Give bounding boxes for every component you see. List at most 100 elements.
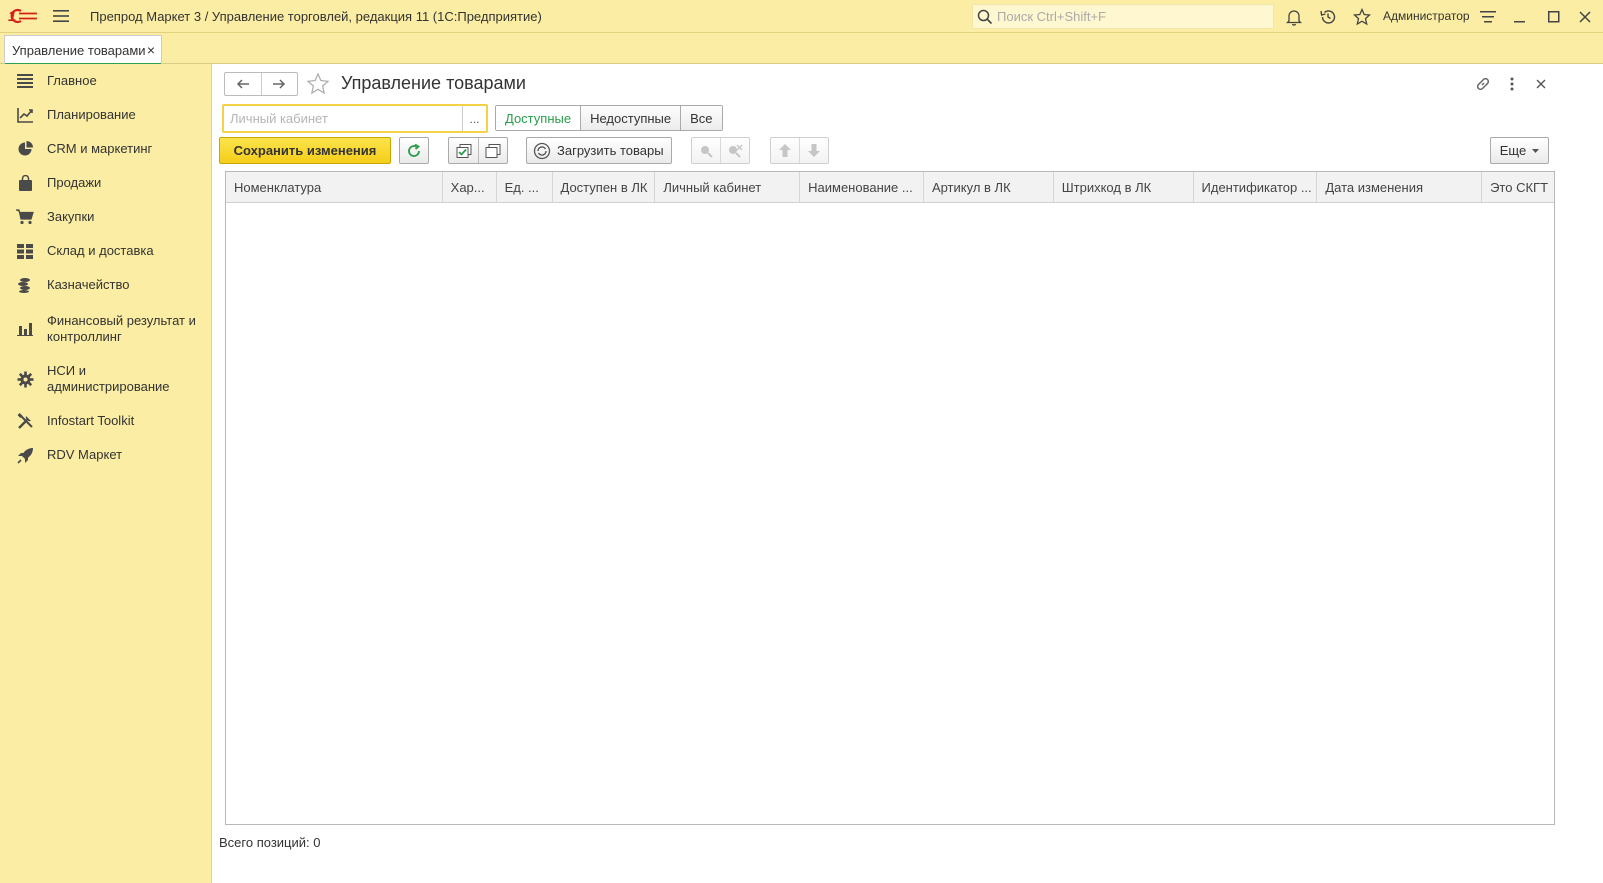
tab-close-icon[interactable]: × [147, 42, 155, 58]
link-icon[interactable] [1472, 73, 1494, 95]
move-up-icon[interactable] [771, 138, 799, 163]
personal-account-field[interactable]: ... [222, 104, 488, 133]
search-input[interactable] [997, 9, 1257, 24]
filter-all[interactable]: Все [680, 106, 722, 130]
coins-icon [16, 276, 34, 294]
current-user[interactable]: Администратор [1383, 9, 1470, 23]
rocket-icon [16, 446, 34, 464]
sidebar-item-label: RDV Маркет [47, 447, 123, 462]
search-buttons-group [691, 137, 750, 164]
more-label: Еще [1499, 143, 1527, 158]
bar-chart-icon [16, 320, 34, 338]
sidebar-item-label: Закупки [47, 209, 95, 224]
open-tabs-bar: Управление товарами × [0, 33, 1603, 65]
refresh-icon [407, 143, 421, 158]
more-dropdown-button[interactable]: Еще [1490, 137, 1549, 164]
sidebar-item-label: Infostart Toolkit [47, 413, 135, 428]
global-search[interactable] [972, 4, 1274, 29]
close-form-icon[interactable] [1530, 73, 1552, 95]
column-header-change-date[interactable]: Дата изменения [1317, 172, 1483, 202]
sidebar-item-label: Планирование [47, 107, 136, 122]
column-header-identifier[interactable]: Идентификатор ... [1194, 172, 1318, 202]
gear-icon [16, 370, 34, 388]
planning-icon [16, 106, 34, 124]
cancel-search-icon[interactable] [720, 138, 749, 163]
app-title: Препрод Маркет 3 / Управление торговлей,… [90, 8, 542, 24]
column-header-barcode-in-lk[interactable]: Штрихкод в ЛК [1054, 172, 1194, 202]
filter-unavailable[interactable]: Недоступные [580, 106, 681, 130]
personal-account-input[interactable] [224, 106, 462, 131]
sidebar-item-rdv-market[interactable]: RDV Маркет [0, 446, 212, 464]
sidebar-item-nsi-admin[interactable]: НСИ и администрирование [0, 362, 212, 396]
tools-icon [16, 412, 34, 430]
chevron-down-icon [1532, 148, 1540, 153]
sidebar-item-label: CRM и маркетинг [47, 141, 153, 156]
shopping-bag-icon [16, 174, 34, 192]
search-icon [977, 9, 993, 25]
sidebar-item-label: Финансовый результат и контроллинг [47, 313, 196, 344]
more-actions-icon[interactable] [1501, 73, 1523, 95]
filter-available[interactable]: Доступные [496, 106, 581, 130]
add-to-favorites-star-icon[interactable] [306, 72, 330, 96]
warehouse-grid-icon [16, 242, 34, 260]
move-buttons-group [770, 137, 829, 164]
sidebar-item-planning[interactable]: Планирование [0, 106, 212, 124]
list-icon [16, 72, 34, 90]
load-products-icon [533, 142, 551, 160]
load-products-label: Загрузить товары [557, 143, 664, 158]
page-title: Управление товарами [341, 73, 526, 93]
minimize-icon[interactable] [1508, 5, 1532, 29]
sidebar-item-treasury[interactable]: Казначейство [0, 276, 212, 294]
table-header: Номенклатура Хар... Ед. ... Доступен в Л… [226, 172, 1554, 203]
load-products-button[interactable]: Загрузить товары [526, 137, 672, 164]
form-area: Управление товарами ... Доступные Недост… [213, 64, 1603, 883]
refresh-button[interactable] [399, 137, 429, 164]
sidebar-item-warehouse[interactable]: Склад и доставка [0, 242, 212, 260]
sidebar-item-label: Главное [47, 73, 97, 88]
history-icon[interactable] [1316, 5, 1340, 29]
sidebar-item-purchases[interactable]: Закупки [0, 208, 212, 226]
column-header-characteristic[interactable]: Хар... [443, 172, 497, 202]
move-down-icon[interactable] [799, 138, 828, 163]
favorites-star-icon[interactable] [1350, 5, 1374, 29]
tab-product-management[interactable]: Управление товарами × [4, 35, 162, 65]
column-header-personal-account[interactable]: Личный кабинет [655, 172, 801, 202]
sidebar-item-crm[interactable]: CRM и маркетинг [0, 140, 212, 158]
products-table[interactable]: Номенклатура Хар... Ед. ... Доступен в Л… [225, 171, 1555, 825]
app-logo[interactable]: 1 [0, 0, 46, 33]
column-header-unit[interactable]: Ед. ... [497, 172, 553, 202]
total-positions-count: 0 [313, 835, 321, 850]
maximize-icon[interactable] [1542, 5, 1566, 29]
column-header-nomenclature[interactable]: Номенклатура [226, 172, 443, 202]
column-header-is-skgt[interactable]: Это СКГТ [1482, 172, 1554, 202]
history-nav [224, 72, 298, 96]
title-bar: 1 Препрод Маркет 3 / Управление торговле… [0, 0, 1603, 33]
sidebar-item-infostart-toolkit[interactable]: Infostart Toolkit [0, 412, 212, 430]
back-arrow-icon[interactable] [225, 73, 261, 95]
settings-sliders-icon[interactable] [1476, 5, 1500, 29]
total-positions-label: Всего позиций: [219, 835, 310, 850]
sidebar-item-main[interactable]: Главное [0, 72, 212, 90]
column-header-name-in-lk[interactable]: Наименование ... [800, 172, 924, 202]
select-buttons-group [448, 137, 508, 164]
bell-icon[interactable] [1282, 5, 1306, 29]
find-icon[interactable] [692, 138, 720, 163]
uncheck-all-icon[interactable] [478, 138, 507, 163]
sections-sidebar: Главное Планирование CRM и маркетинг Про… [0, 64, 212, 883]
total-positions: Всего позиций: 0 [219, 835, 321, 850]
sidebar-item-label: Склад и доставка [47, 243, 154, 258]
sidebar-item-label: Продажи [47, 175, 102, 190]
pie-chart-icon [16, 140, 34, 158]
availability-filter: Доступные Недоступные Все [495, 105, 723, 131]
sidebar-item-label: НСИ и администрирование [47, 363, 170, 394]
sidebar-item-financial-result[interactable]: Финансовый результат и контроллинг [0, 312, 212, 346]
select-button[interactable]: ... [462, 106, 486, 131]
check-all-icon[interactable] [449, 138, 478, 163]
column-header-article-in-lk[interactable]: Артикул в ЛК [924, 172, 1054, 202]
column-header-available-in-lk[interactable]: Доступен в ЛК [553, 172, 656, 202]
close-window-icon[interactable] [1573, 5, 1597, 29]
sidebar-item-sales[interactable]: Продажи [0, 174, 212, 192]
forward-arrow-icon[interactable] [260, 73, 298, 95]
save-changes-button[interactable]: Сохранить изменения [219, 137, 391, 164]
main-menu-icon[interactable] [46, 0, 76, 33]
